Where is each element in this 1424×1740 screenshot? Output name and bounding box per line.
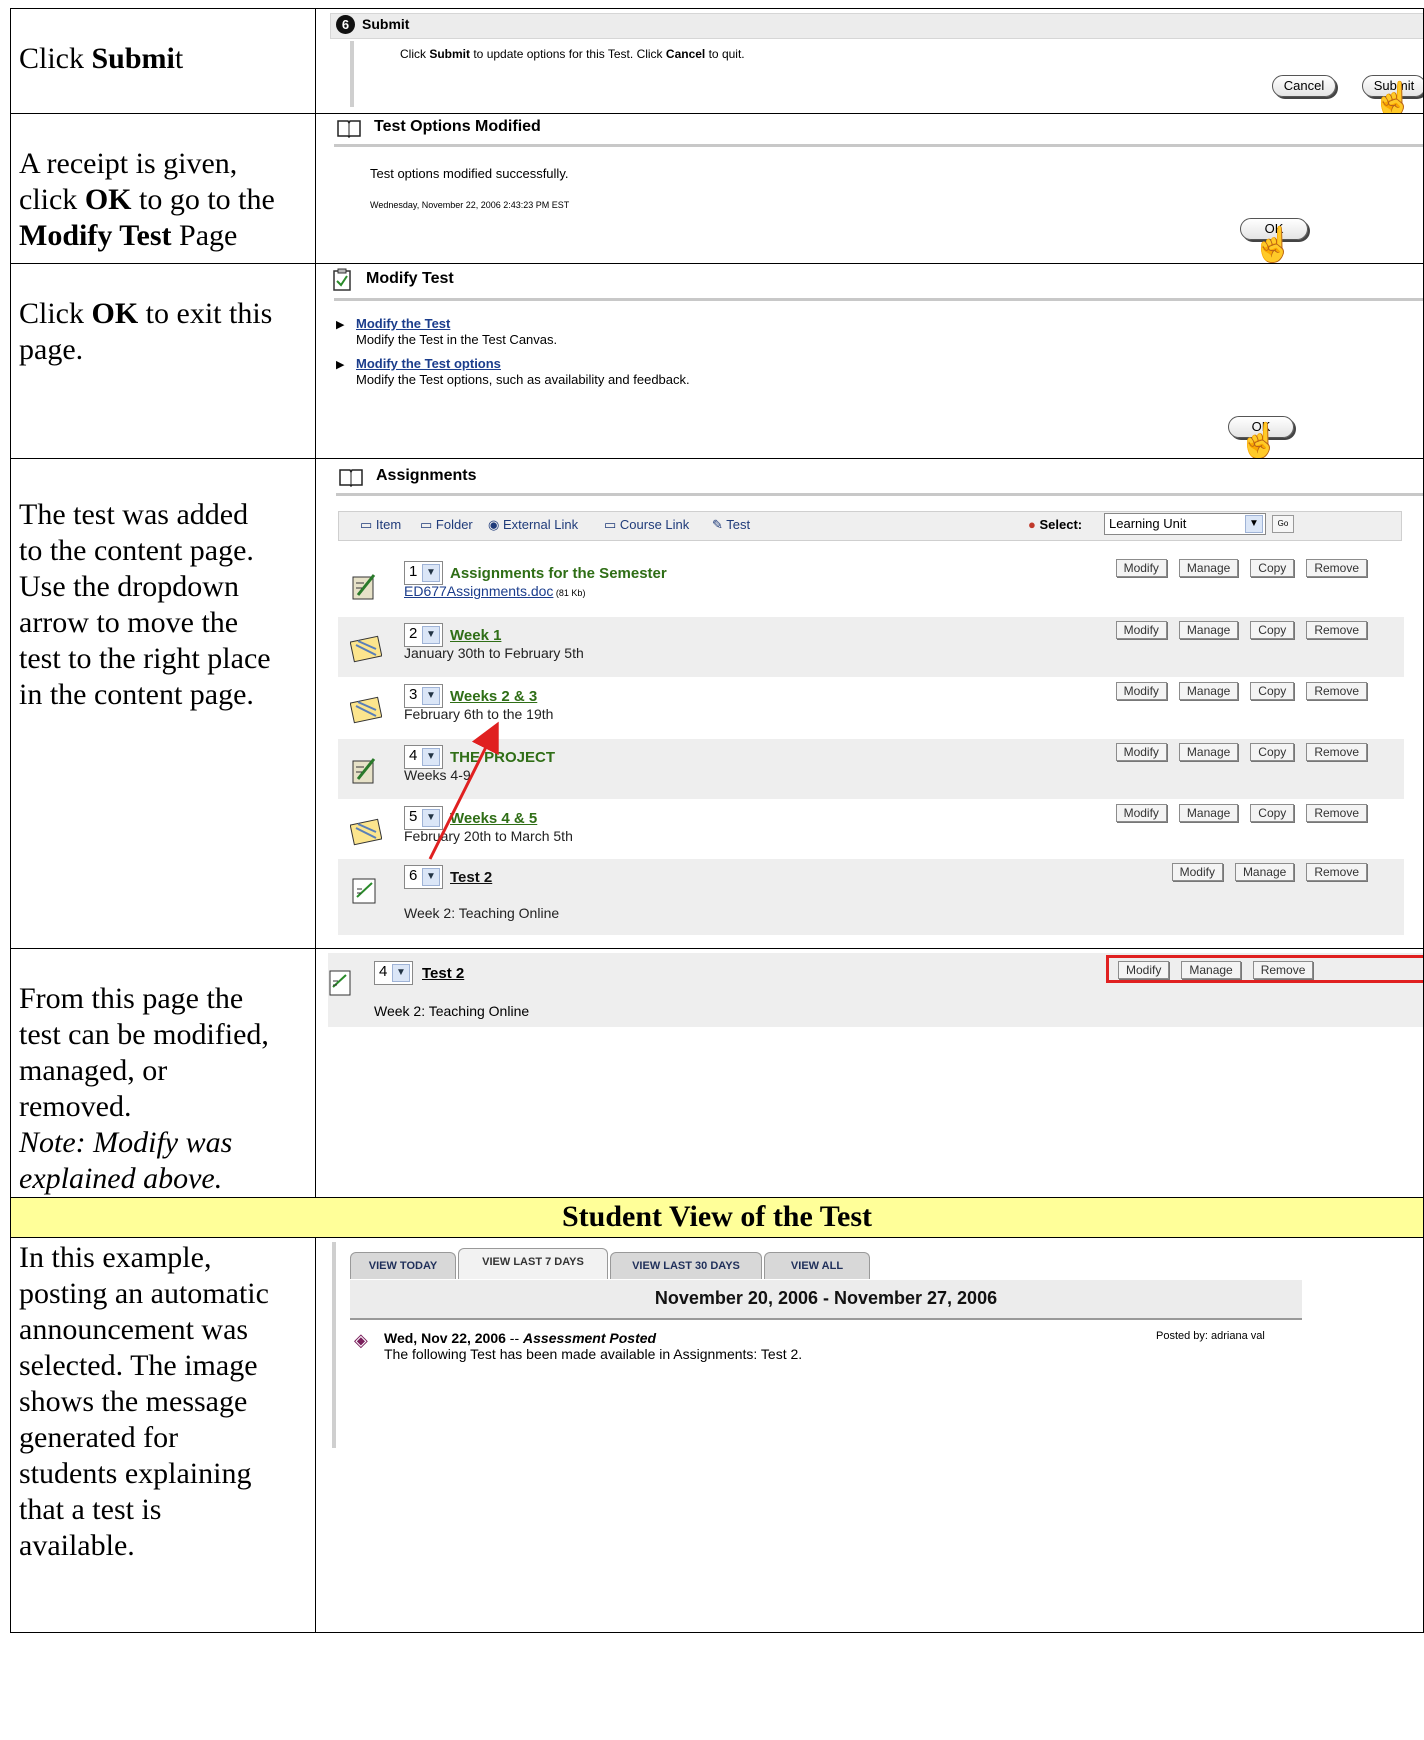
announcement-body: The following Test has been made availab… [384,1346,803,1362]
announcement-heading: Wed, Nov 22, 2006 -- Assessment Posted [384,1330,657,1346]
submit-instructions: Click Submit to update options for this … [400,47,745,61]
receipt-title: Test Options Modified [374,118,541,135]
bullet-arrow-icon: ▶ [336,319,345,331]
student-view-screenshot: VIEW TODAY VIEW LAST 7 DAYS VIEW LAST 30… [315,1237,1424,1633]
instruction-text: Click Submit [19,42,184,75]
modify-test-title: Modify Test [366,270,454,287]
clipboard-check-icon [332,268,352,292]
chevron-down-icon: ▼ [392,964,410,982]
date-range-title: November 20, 2006 - November 27, 2006 [654,1288,998,1308]
assignments-screenshot: Assignments ▭ Item ▭ Folder ◉ External L… [315,458,1424,949]
position-select[interactable]: 4 ▼ [374,961,413,985]
receipt-message: Test options modified successfully. [370,166,569,181]
hand-cursor-icon: ☝ [1238,422,1281,459]
bullet-arrow-icon: ▶ [336,359,345,371]
hand-cursor-icon: ☝ [1372,81,1415,114]
test-icon [328,967,352,997]
tab-view-all[interactable]: VIEW ALL [764,1252,870,1279]
action-buttons: Modify Manage Remove [1106,961,1423,979]
section-title: Submit [362,16,410,32]
test-title-link[interactable]: Test 2 [422,965,464,982]
modify-button[interactable]: Modify [1118,961,1170,979]
step-instruction: Click OK to exit this page. [10,263,316,459]
modify-test-options-link[interactable]: Modify the Test options [356,356,501,371]
step-instruction: Click Submit [10,8,316,114]
annotation-arrow [428,721,499,860]
book-icon [336,118,362,139]
link-description: Modify the Test options, such as availab… [356,372,690,387]
tab-view-last-30-days[interactable]: VIEW LAST 30 DAYS [610,1252,762,1279]
cancel-button[interactable]: Cancel [1272,75,1336,97]
step-instruction: A receipt is given, click OK to go to the… [10,113,316,264]
step-instruction: From this page the test can be modified, m… [10,948,316,1198]
test-description: Week 2: Teaching Online [374,1003,530,1019]
submit-screenshot: 6 Submit Click Submit to update options … [315,8,1424,114]
instruction-text: The test was added to the content page. Us… [19,498,271,711]
section-header: Student View of the Test [10,1197,1424,1238]
tutorial-table: Click Submit 6 Submit Click Submit to up… [10,8,1424,1633]
instruction-text: A receipt is given, click OK to go to the… [19,147,275,252]
link-description: Modify the Test in the Test Canvas. [356,332,558,347]
hand-cursor-icon: ☝ [1252,226,1295,264]
manage-button[interactable]: Manage [1181,961,1241,979]
modify-test-screenshot: Modify Test ▶ Modify the Test Modify the… [315,263,1424,459]
modify-the-test-link[interactable]: Modify the Test [356,316,450,331]
instruction-text: In this example, posting an automatic anno… [19,1241,269,1562]
step-instruction: In this example, posting an automatic anno… [10,1237,316,1633]
announcement-posted-by: Posted by: adriana val [1156,1330,1265,1342]
receipt-timestamp: Wednesday, November 22, 2006 2:43:23 PM … [370,200,570,210]
instruction-text: Click OK to exit this page. [19,297,273,366]
tab-view-last-7-days[interactable]: VIEW LAST 7 DAYS [458,1248,608,1279]
test-row-screenshot: 4 ▼ Test 2 Week 2: Teaching Online Modify… [315,948,1424,1198]
tab-view-today[interactable]: VIEW TODAY [350,1252,456,1279]
announcement-icon: ◈ [354,1330,368,1350]
remove-button[interactable]: Remove [1252,961,1314,979]
instruction-text: From this page the test can be modified, m… [19,982,269,1195]
step-number-badge: 6 [336,15,355,34]
step-instruction: The test was added to the content page. Us… [10,458,316,949]
receipt-screenshot: Test Options Modified Test options modif… [315,113,1424,264]
